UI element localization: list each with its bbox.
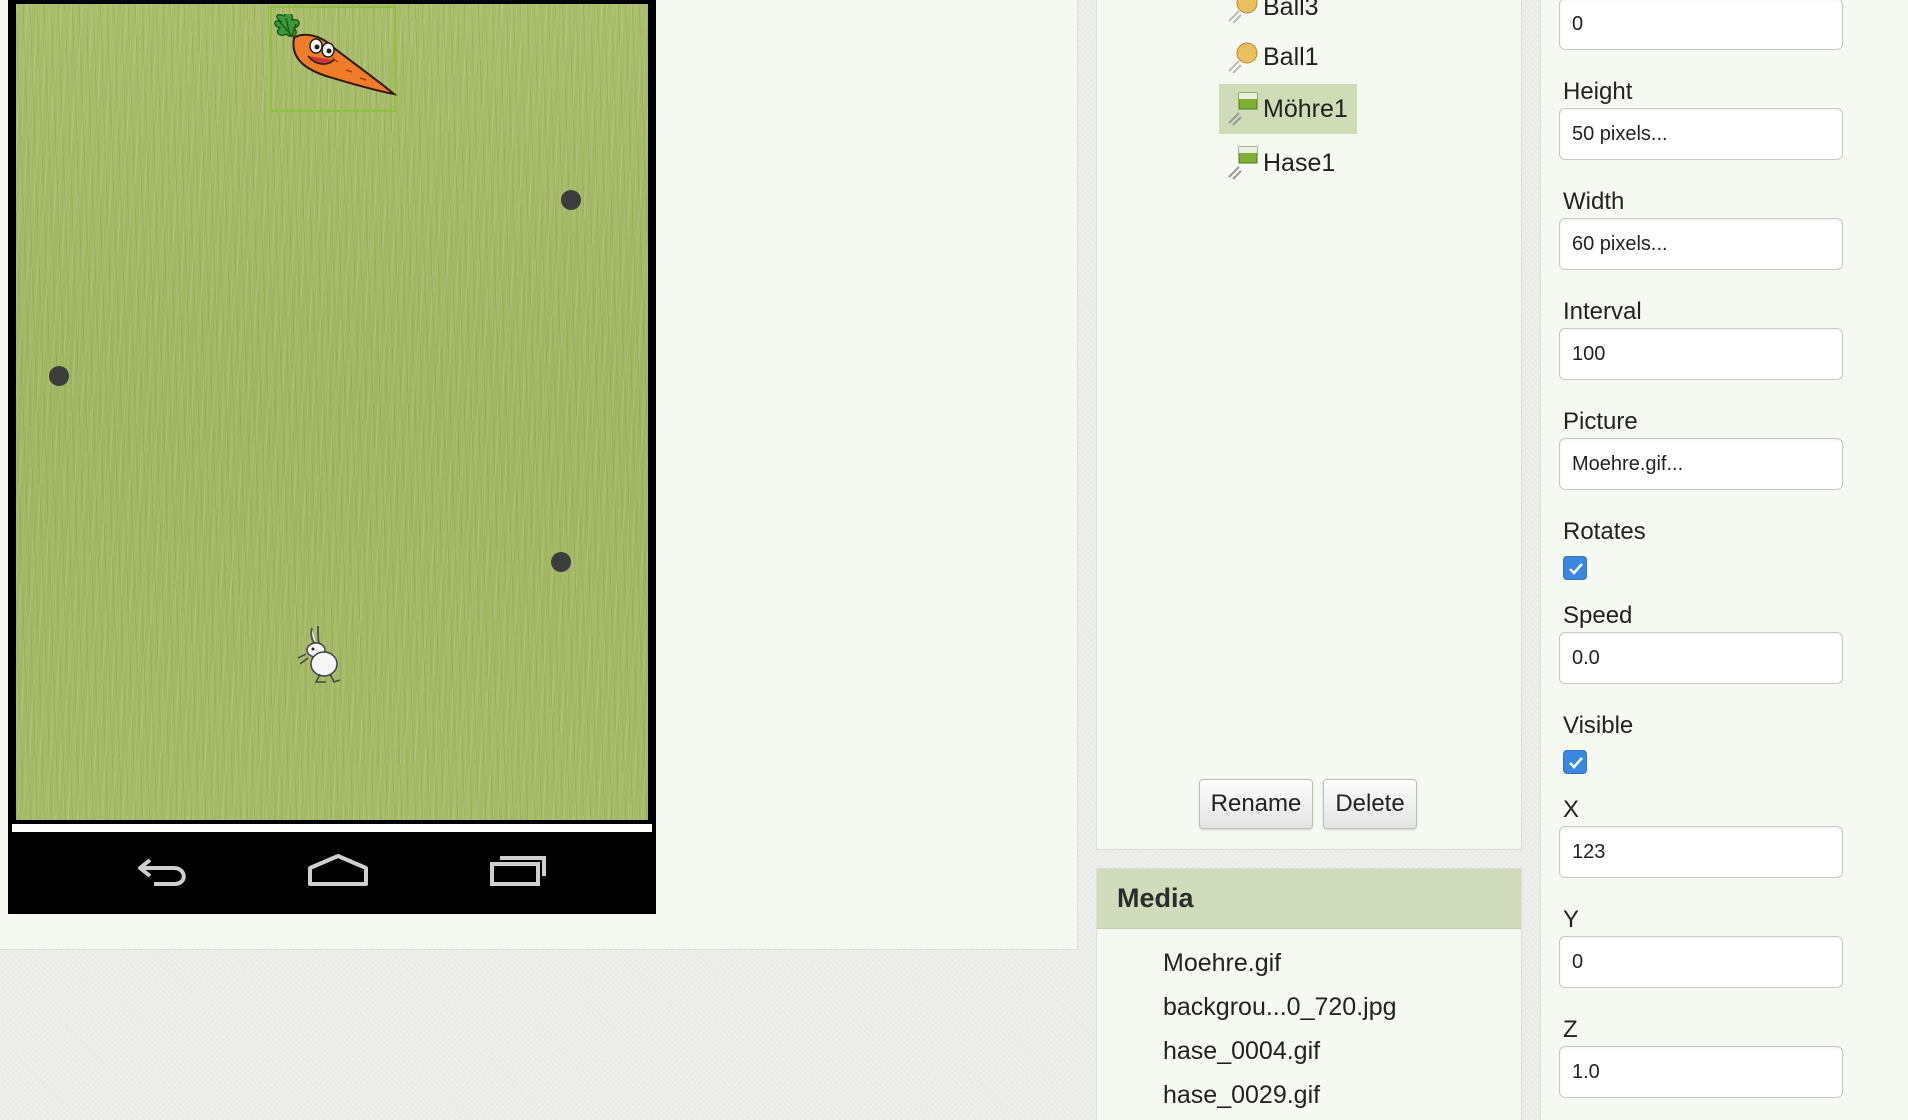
ball-sprite[interactable] — [49, 366, 69, 386]
checkmark-icon — [1569, 563, 1583, 575]
z-label: Z — [1563, 1016, 1578, 1043]
delete-button[interactable]: Delete — [1323, 779, 1417, 829]
visible-label: Visible — [1563, 712, 1634, 739]
component-label: Hase1 — [1263, 148, 1336, 177]
component-label: Möhre1 — [1263, 94, 1348, 123]
top-value-field[interactable]: 0 — [1559, 0, 1843, 50]
media-file[interactable]: hase_0029.gif — [1163, 1077, 1320, 1113]
rotates-label: Rotates — [1563, 518, 1646, 545]
picture-field[interactable]: Moehre.gif... — [1559, 438, 1843, 490]
media-file[interactable]: Moehre.gif — [1163, 945, 1281, 981]
width-field[interactable]: 60 pixels... — [1559, 218, 1843, 270]
ball-sprite[interactable] — [551, 552, 571, 572]
viewer-panel — [0, 0, 1078, 950]
media-header: Media — [1097, 869, 1521, 929]
component-item-hase1[interactable]: Hase1 — [1219, 138, 1357, 188]
y-label: Y — [1563, 906, 1580, 933]
z-field[interactable]: 1.0 — [1559, 1046, 1843, 1098]
ball-icon — [1228, 0, 1258, 24]
x-field[interactable]: 123 — [1559, 826, 1843, 878]
width-label: Width — [1563, 188, 1625, 215]
android-navbar — [8, 832, 656, 914]
rabbit-sprite[interactable] — [290, 624, 346, 684]
x-label: X — [1563, 796, 1580, 823]
visible-checkbox[interactable] — [1563, 750, 1587, 774]
properties-panel: 0 Height 50 pixels... Width 60 pixels...… — [1540, 0, 1908, 1120]
rotates-checkbox[interactable] — [1563, 556, 1587, 580]
phone-preview — [8, 0, 656, 914]
component-item-moehre1[interactable]: Möhre1 — [1219, 84, 1357, 134]
carrot-sprite[interactable] — [272, 14, 402, 106]
height-field[interactable]: 50 pixels... — [1559, 108, 1843, 160]
component-item-ball3[interactable]: Ball3 — [1219, 0, 1357, 32]
recent-apps-icon[interactable] — [488, 850, 548, 890]
y-field[interactable]: 0 — [1559, 936, 1843, 988]
media-file[interactable]: hase_0004.gif — [1163, 1033, 1320, 1069]
back-icon[interactable] — [134, 850, 194, 890]
speed-label: Speed — [1563, 602, 1633, 629]
phone-divider — [12, 824, 652, 832]
media-file[interactable]: backgrou...0_720.jpg — [1163, 989, 1397, 1025]
interval-label: Interval — [1563, 298, 1642, 325]
canvas[interactable] — [16, 4, 648, 820]
media-panel: Media Moehre.gif backgrou...0_720.jpg ha… — [1096, 868, 1522, 1120]
home-icon[interactable] — [308, 850, 368, 890]
imagesprite-icon — [1228, 146, 1258, 180]
speed-field[interactable]: 0.0 — [1559, 632, 1843, 684]
height-label: Height — [1563, 78, 1633, 105]
components-panel: Ball3 Ball1 Möhre1 Hase1 Rename Delete — [1096, 0, 1522, 850]
imagesprite-icon — [1228, 92, 1258, 126]
component-item-ball1[interactable]: Ball1 — [1219, 32, 1357, 82]
rename-button[interactable]: Rename — [1199, 779, 1313, 829]
component-label: Ball3 — [1263, 0, 1319, 21]
checkmark-icon — [1569, 757, 1583, 769]
ball-icon — [1228, 42, 1258, 74]
picture-label: Picture — [1563, 408, 1638, 435]
ball-sprite[interactable] — [561, 190, 581, 210]
interval-field[interactable]: 100 — [1559, 328, 1843, 380]
component-label: Ball1 — [1263, 42, 1319, 71]
